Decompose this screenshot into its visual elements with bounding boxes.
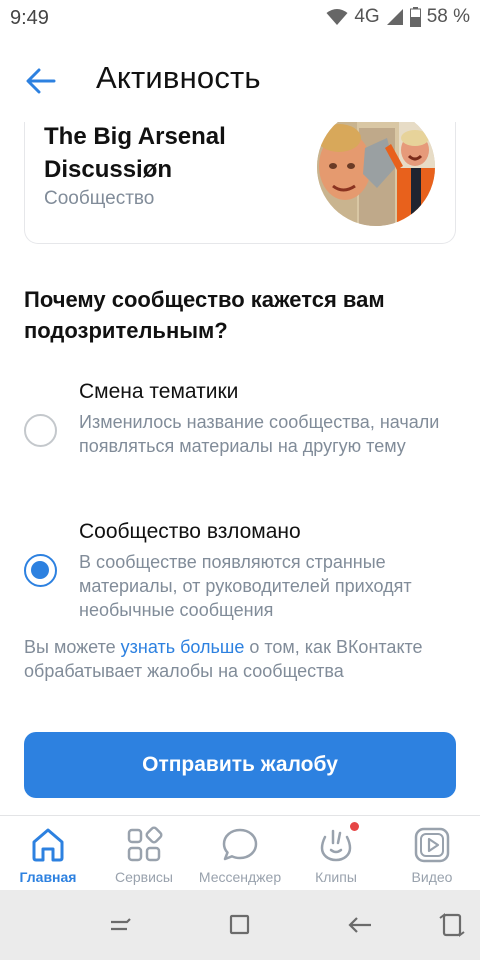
page-title: Активность	[96, 60, 261, 95]
arrow-left-icon	[26, 68, 56, 94]
community-name: The Big Arsenal Discussiøn	[44, 123, 226, 183]
tab-services[interactable]: Сервисы	[96, 816, 192, 890]
back-icon[interactable]	[345, 910, 375, 940]
rotate-icon[interactable]	[437, 910, 467, 940]
option-description: В сообществе появляются странные материа…	[79, 552, 412, 620]
notification-dot	[350, 822, 359, 831]
signal-icon	[386, 9, 403, 25]
tab-label: Клипы	[315, 869, 357, 885]
option-description: Изменилось название сообщества, начали п…	[79, 412, 440, 456]
tab-label: Главная	[19, 869, 77, 885]
option-title: Сообщество взломано	[79, 520, 301, 543]
option-topic-change[interactable]: Смена тематики Изменилось название сообщ…	[0, 378, 480, 488]
clips-icon	[320, 829, 352, 862]
tab-label: Видео	[411, 869, 453, 885]
info-text-before: Вы можете	[24, 637, 121, 657]
info-text: Вы можете узнать больше о том, как ВКонт…	[24, 635, 424, 683]
messenger-icon	[222, 828, 258, 861]
tab-home[interactable]: Главная	[0, 816, 96, 890]
question-heading: Почему сообщество кажется вам подозрител…	[24, 287, 385, 343]
submit-report-button[interactable]: Отправить жалобу	[24, 732, 456, 798]
bottom-tab-bar: Главная Сервисы Мессенджер Клипы Видео	[0, 815, 480, 890]
tab-video[interactable]: Видео	[384, 816, 480, 890]
option-title: Смена тематики	[79, 380, 239, 403]
tab-clips[interactable]: Клипы	[288, 816, 384, 890]
battery-icon	[409, 7, 421, 27]
home-icon	[32, 828, 64, 862]
status-indicators: 4G 58 %	[326, 6, 470, 28]
wifi-icon	[326, 9, 348, 25]
status-time: 9:49	[10, 7, 49, 29]
status-bar: 9:49 4G 58 %	[0, 0, 480, 38]
community-type: Сообщество	[44, 188, 155, 209]
back-button[interactable]	[18, 58, 64, 104]
battery-level: 58 %	[426, 6, 470, 27]
radio-topic-change[interactable]	[24, 414, 57, 447]
services-icon	[127, 826, 163, 862]
learn-more-link[interactable]: узнать больше	[121, 637, 245, 657]
recents-icon[interactable]	[105, 910, 135, 940]
network-type: 4G	[354, 6, 380, 27]
home-square-icon[interactable]	[225, 910, 255, 940]
tab-label: Сервисы	[114, 869, 173, 885]
app-bar: Активность	[0, 38, 480, 122]
option-hacked[interactable]: Сообщество взломано В сообществе появляю…	[0, 518, 480, 628]
tab-messenger[interactable]: Мессенджер	[192, 816, 288, 890]
radio-hacked[interactable]	[24, 554, 57, 587]
system-navigation-bar	[0, 890, 480, 960]
video-icon	[414, 827, 450, 863]
tab-label: Мессенджер	[198, 869, 282, 885]
community-avatar	[317, 108, 435, 226]
